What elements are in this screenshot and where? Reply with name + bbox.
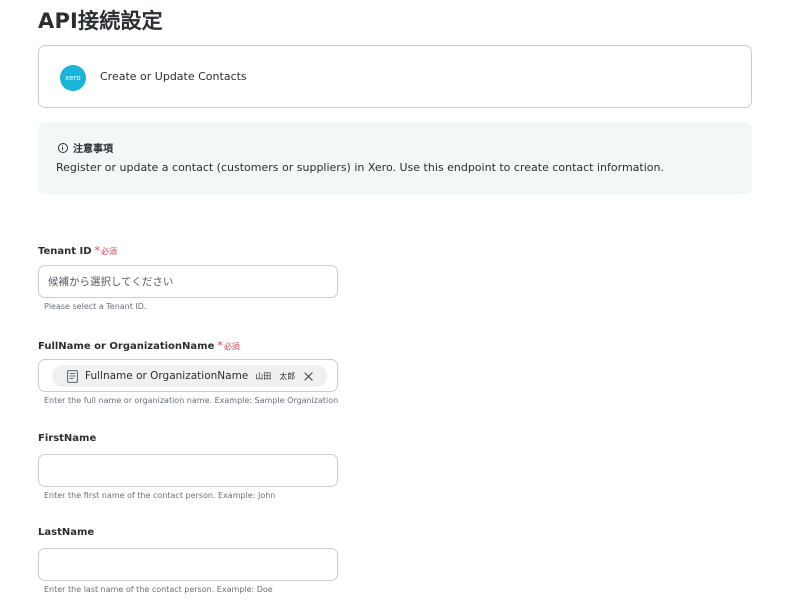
variable-chip[interactable]: Fullname or OrganizationName 山田 太郎	[52, 365, 327, 387]
close-icon[interactable]	[304, 372, 313, 381]
notice-body: Register or update a contact (customers …	[56, 161, 664, 174]
required-mark: *	[94, 244, 101, 257]
notice-title: 注意事項	[73, 144, 113, 155]
last-name-hint: Enter the last name of the contact perso…	[44, 585, 273, 594]
last-name-input[interactable]	[38, 548, 338, 581]
first-name-hint: Enter the first name of the contact pers…	[44, 491, 276, 500]
tenant-id-label: Tenant ID *必須	[38, 244, 117, 257]
required-mark: *	[217, 339, 223, 352]
tenant-id-label-text: Tenant ID	[38, 246, 92, 257]
info-icon	[58, 142, 68, 153]
page-title: API接続設定	[38, 9, 163, 33]
first-name-input[interactable]	[38, 454, 338, 487]
required-text: 必須	[101, 247, 118, 256]
action-name: Create or Update Contacts	[100, 70, 247, 83]
notice-panel: 注意事項 Register or update a contact (custo…	[38, 122, 752, 194]
tenant-id-hint: Please select a Tenant ID.	[44, 302, 147, 311]
first-name-label: FirstName	[38, 433, 97, 444]
fullname-hint: Enter the full name or organization name…	[44, 396, 339, 405]
last-name-label: LastName	[38, 527, 95, 538]
chip-value: 山田 太郎	[255, 371, 296, 381]
app-action-card[interactable]: xero Create or Update Contacts	[38, 45, 752, 108]
chip-label: Fullname or OrganizationName	[85, 370, 249, 382]
fullname-label-text: FullName or OrganizationName	[38, 341, 215, 352]
notice-header: 注意事項	[58, 140, 113, 155]
tenant-id-placeholder: 候補から選択してください	[48, 276, 174, 288]
tenant-id-select[interactable]: 候補から選択してください	[38, 265, 338, 298]
required-text: 必須	[223, 342, 240, 351]
fullname-label: FullName or OrganizationName *必須	[38, 339, 240, 352]
xero-logo: xero	[60, 65, 86, 91]
document-icon	[67, 369, 78, 383]
fullname-field[interactable]: Fullname or OrganizationName 山田 太郎	[38, 359, 338, 392]
